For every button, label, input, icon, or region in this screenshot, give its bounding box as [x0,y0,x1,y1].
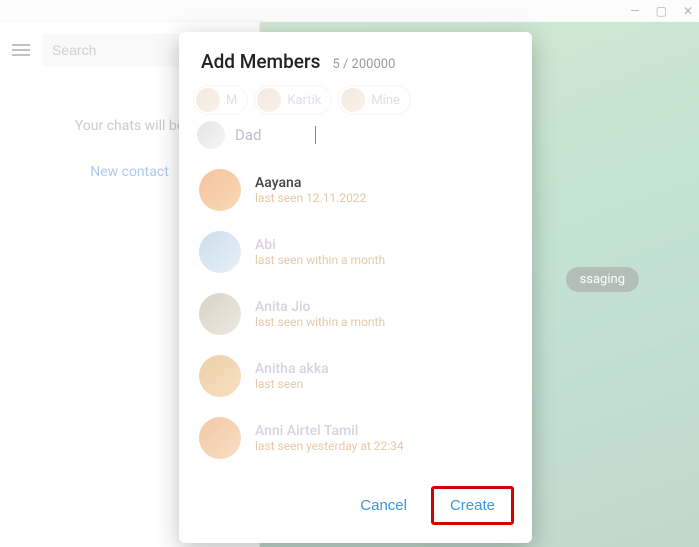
member-chip[interactable]: Kartik [254,85,332,115]
contact-info: Anitha akka last seen [255,361,329,391]
chip-label: Mine [371,93,400,108]
contact-row[interactable]: Abi last seen within a month [179,221,524,283]
avatar [341,88,365,112]
contact-list[interactable]: Aayana last seen 12.11.2022 Abi last see… [179,159,532,472]
contact-info: Anita Jio last seen within a month [255,299,385,329]
contact-row[interactable]: Annie [179,469,524,472]
chip-label: M [226,93,237,108]
contact-status: last seen within a month [255,253,385,267]
avatar [196,88,220,112]
contact-list-wrap: Aayana last seen 12.11.2022 Abi last see… [179,159,532,472]
modal-footer: Cancel Create [179,472,532,543]
member-search-input[interactable]: Dad [235,126,305,144]
contact-status: last seen [255,377,329,391]
avatar [199,417,241,459]
cancel-button[interactable]: Cancel [344,486,423,525]
contact-name: Anni Airtel Tamil [255,423,404,439]
contact-row[interactable]: Anitha akka last seen [179,345,524,407]
contact-name: Aayana [255,175,366,191]
contact-row[interactable]: Anita Jio last seen within a month [179,283,524,345]
member-chip[interactable]: M [193,85,248,115]
contact-name: Anitha akka [255,361,329,377]
modal-header: Add Members 5 / 200000 [179,32,532,81]
contact-info: Aayana last seen 12.11.2022 [255,175,366,205]
avatar [197,121,225,149]
avatar [199,231,241,273]
contact-status: last seen 12.11.2022 [255,191,366,205]
member-count: 5 / 200000 [332,57,395,72]
contact-info: Abi last seen within a month [255,237,385,267]
create-button[interactable]: Create [431,486,514,525]
contact-status: last seen yesterday at 22:34 [255,439,404,453]
modal-title: Add Members [201,50,320,73]
avatar [199,169,241,211]
avatar [199,293,241,335]
contact-status: last seen within a month [255,315,385,329]
member-chip[interactable]: Mine [338,85,411,115]
chip-label: Kartik [287,93,321,108]
contact-row[interactable]: Anni Airtel Tamil last seen yesterday at… [179,407,524,469]
contact-info: Anni Airtel Tamil last seen yesterday at… [255,423,404,453]
selected-chips: M Kartik Mine [179,81,532,115]
avatar [199,355,241,397]
contact-name: Abi [255,237,385,253]
avatar [257,88,281,112]
member-input-row: Dad [179,115,532,159]
add-members-modal: Add Members 5 / 200000 M Kartik Mine Dad… [179,32,532,543]
contact-name: Anita Jio [255,299,385,315]
text-caret [315,126,316,144]
contact-row[interactable]: Aayana last seen 12.11.2022 [179,159,524,221]
